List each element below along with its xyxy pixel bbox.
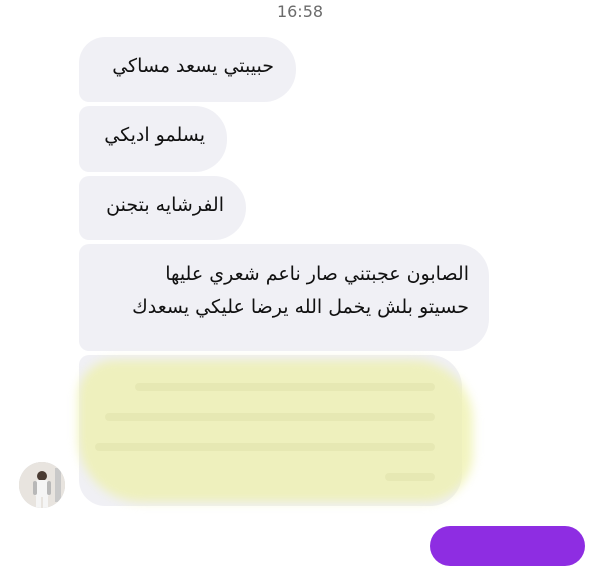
outgoing-message-bubble[interactable] [430, 526, 585, 566]
incoming-message-bubble[interactable]: حبيبتي يسعد مساكي [79, 37, 296, 102]
message-timestamp: 16:58 [276, 2, 324, 21]
message-text: حبيبتي يسعد مساكي [112, 55, 274, 77]
incoming-message-bubble[interactable]: الصابون عجبتني صار ناعم شعري عليها حسيتو… [79, 244, 489, 351]
incoming-message-bubble-redacted[interactable] [79, 355, 462, 506]
avatar-photo-icon [19, 462, 65, 508]
message-text-line: الصابون عجبتني صار ناعم شعري عليها [165, 263, 469, 285]
message-text-line: حسيتو بلش يخمل الله يرضا عليكي يسعدك [132, 296, 469, 318]
message-text: الفرشايه بتجنن [106, 194, 224, 216]
contact-avatar[interactable] [19, 462, 65, 508]
incoming-message-bubble[interactable]: الفرشايه بتجنن [79, 176, 246, 240]
redacted-text [95, 383, 435, 481]
message-text: يسلمو اديكي [104, 124, 205, 146]
incoming-message-bubble[interactable]: يسلمو اديكي [79, 106, 227, 172]
